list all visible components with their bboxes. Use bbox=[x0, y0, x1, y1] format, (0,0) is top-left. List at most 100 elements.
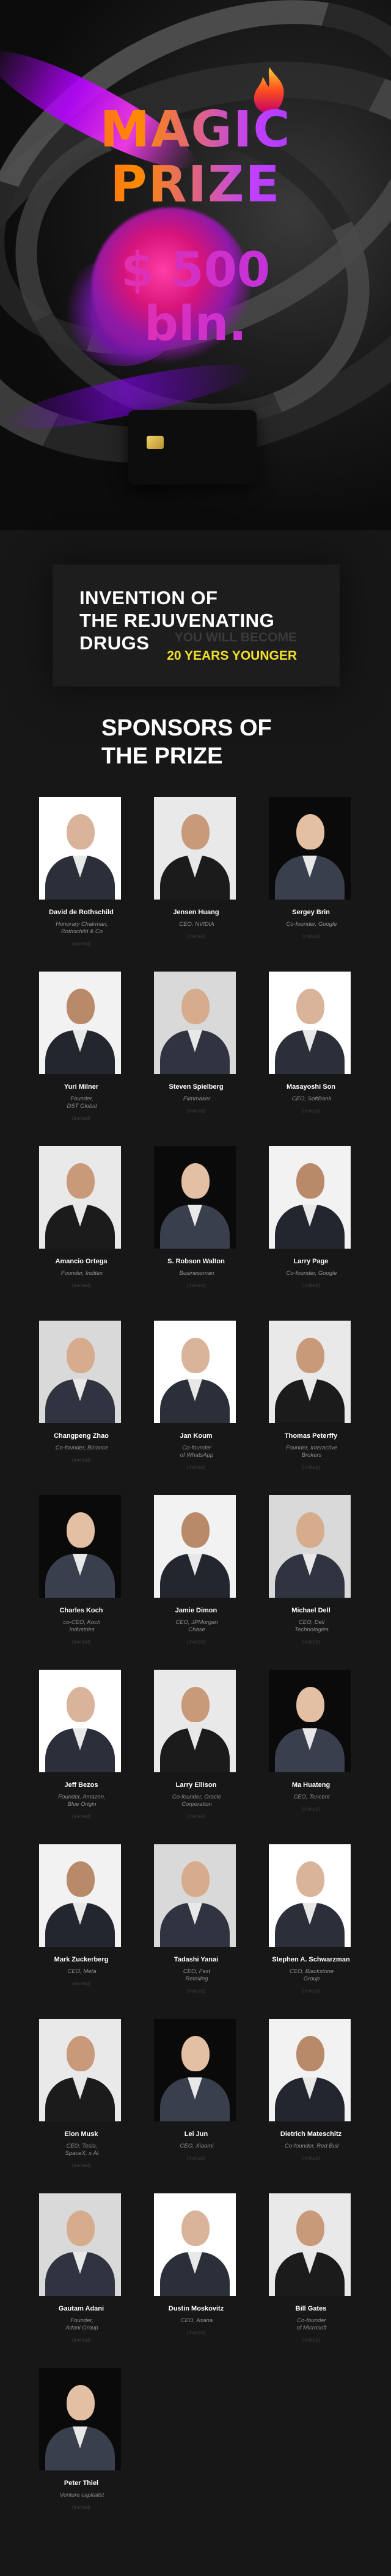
sponsor-card: Tadashi Yanai CEO, Fast Retailing (invited… bbox=[152, 1844, 243, 2009]
sponsor-role: Co-founder of Microsoft bbox=[296, 2317, 327, 2331]
sponsor-invited-label: (invited) bbox=[186, 933, 206, 939]
sponsor-card: Larry Page Co-founder, Google (invited) bbox=[266, 1146, 358, 1311]
sponsor-invited-label: (invited) bbox=[71, 1282, 91, 1288]
sponsor-invited-label: (invited) bbox=[301, 933, 321, 939]
sponsor-role: Co-founder, Binance bbox=[55, 1445, 109, 1451]
sponsor-role: CEO, Tencent bbox=[293, 1794, 330, 1800]
sponsor-invited-label: (invited) bbox=[186, 1639, 206, 1645]
sponsor-card: Peter Thiel Venture capitalist (invited) bbox=[37, 2368, 128, 2533]
sponsor-name: Sergey Brin bbox=[292, 909, 330, 916]
sponsor-name: Jeff Bezos bbox=[64, 1781, 98, 1789]
sponsor-role: CEO, Fast Retailing bbox=[183, 1968, 211, 1982]
sponsor-photo bbox=[39, 1844, 121, 1947]
sponsor-name: Thomas Peterffy bbox=[284, 1432, 338, 1440]
sponsor-invited-label: (invited) bbox=[71, 940, 91, 947]
sponsor-invited-label: (invited) bbox=[186, 1108, 206, 1114]
sponsor-name: Bill Gates bbox=[295, 2305, 327, 2312]
sponsors-heading: SPONSORS OF THE PRIZE bbox=[101, 715, 272, 769]
sponsor-photo bbox=[39, 797, 121, 900]
sponsor-invited-label: (invited) bbox=[71, 2337, 91, 2343]
sponsor-name: Charles Koch bbox=[59, 1607, 103, 1614]
sponsor-name: Changpeng Zhao bbox=[54, 1432, 109, 1440]
hero-banner: MAGIC PRIZE $ 500 bln. bbox=[0, 0, 391, 530]
sponsor-role: Founder, Amazon, Blue Origin bbox=[58, 1794, 106, 1808]
sponsor-name: Ma Huateng bbox=[291, 1781, 331, 1789]
card-chip-icon bbox=[147, 436, 164, 449]
sponsor-name: Larry Page bbox=[293, 1258, 329, 1265]
sponsor-card: Gautam Adani Founder, Adani Group (invited… bbox=[37, 2193, 128, 2358]
sponsor-role: CEO, SoftBank bbox=[291, 1095, 332, 1102]
sponsor-card: Dustin Moskovitz CEO, Asana (invited) bbox=[152, 2193, 243, 2358]
sponsor-photo bbox=[39, 1146, 121, 1249]
sponsor-photo bbox=[269, 797, 351, 900]
sponsor-photo bbox=[39, 1495, 121, 1598]
sponsor-role: CEO, Meta bbox=[67, 1968, 97, 1975]
sponsor-name: Michael Dell bbox=[291, 1607, 331, 1614]
sponsor-photo bbox=[269, 1844, 351, 1947]
sponsor-card: Elon Musk CEO, Tesla, SpaceX, x.AI (invite… bbox=[37, 2019, 128, 2184]
sponsor-photo bbox=[269, 1495, 351, 1598]
sponsor-role: Filmmaker bbox=[183, 1095, 211, 1102]
sponsor-card: Jensen Huang CEO, NVIDIA (invited) bbox=[152, 797, 243, 962]
sponsor-photo bbox=[39, 2019, 121, 2121]
sponsor-invited-label: (invited) bbox=[186, 1813, 206, 1819]
sponsor-role: CEO, Tesla, SpaceX, x.AI bbox=[65, 2143, 99, 2157]
sponsor-name: Peter Thiel bbox=[64, 2480, 99, 2487]
sponsor-card: Charles Koch co-CEO, Koch Industries (invi… bbox=[37, 1495, 128, 1660]
sponsor-name: Jan Koum bbox=[180, 1432, 213, 1440]
sponsor-name: Gautam Adani bbox=[58, 2305, 104, 2312]
sponsor-name: Amancio Ortega bbox=[55, 1258, 108, 1265]
invention-highlight: 20 YEARS YOUNGER bbox=[167, 649, 297, 663]
sponsor-card: Bill Gates Co-founder of Microsoft (invite… bbox=[266, 2193, 358, 2358]
sponsor-role: Venture capitalist bbox=[59, 2492, 104, 2498]
sponsor-invited-label: (invited) bbox=[71, 2504, 91, 2510]
sponsor-photo bbox=[154, 1321, 236, 1423]
sponsor-photo bbox=[154, 2019, 236, 2121]
sponsor-photo bbox=[154, 797, 236, 900]
sponsor-invited-label: (invited) bbox=[301, 1988, 321, 1994]
sponsor-card: Stephen A. Schwarzman CEO, Blackstone Gro… bbox=[266, 1844, 358, 2009]
sponsor-photo bbox=[154, 1844, 236, 1947]
sponsor-card: Larry Ellison Co-founder, Oracle Corporat… bbox=[152, 1670, 243, 1835]
sponsor-photo bbox=[39, 2368, 121, 2470]
sponsor-invited-label: (invited) bbox=[186, 2155, 206, 2161]
sponsor-name: Jamie Dimon bbox=[175, 1607, 217, 1614]
sponsor-photo bbox=[269, 1321, 351, 1423]
sponsor-photo bbox=[269, 2019, 351, 2121]
sponsor-card: S. Robson Walton Businessman (invited) bbox=[152, 1146, 243, 1311]
sponsor-photo bbox=[39, 1670, 121, 1772]
sponsor-invited-label: (invited) bbox=[301, 2337, 321, 2343]
sponsor-invited-label: (invited) bbox=[301, 1806, 321, 1812]
sponsor-invited-label: (invited) bbox=[301, 1108, 321, 1114]
sponsor-photo bbox=[154, 972, 236, 1074]
sponsor-invited-label: (invited) bbox=[71, 1980, 91, 1986]
sponsor-card: Jan Koum Co-founder of WhatsApp (invited) bbox=[152, 1321, 243, 1485]
prize-amount-unit: bln. bbox=[0, 298, 391, 350]
sponsor-card: Steven Spielberg Filmmaker (invited) bbox=[152, 972, 243, 1136]
sponsor-role: co-CEO, Koch Industries bbox=[63, 1619, 101, 1633]
sponsor-role: Co-founder, Google bbox=[286, 921, 337, 928]
sponsor-invited-label: (invited) bbox=[186, 1988, 206, 1994]
black-card bbox=[128, 410, 257, 485]
sponsor-card: Dietrich Mateschitz Co-founder, Red Bull (… bbox=[266, 2019, 358, 2184]
sponsor-photo bbox=[269, 1146, 351, 1249]
invention-subtitle: YOU WILL BECOME bbox=[174, 630, 297, 644]
sponsor-role: Co-founder, Oracle Corporation bbox=[172, 1794, 222, 1808]
sponsor-name: Tadashi Yanai bbox=[174, 1956, 219, 1963]
sponsor-name: Lei Jun bbox=[184, 2130, 208, 2138]
sponsor-card: Mark Zuckerberg CEO, Meta (invited) bbox=[37, 1844, 128, 2009]
invention-panel: INVENTION OF THE REJUVENATING DRUGS YOU … bbox=[53, 565, 340, 687]
sponsor-name: Dustin Moskovitz bbox=[168, 2305, 224, 2312]
sponsor-photo bbox=[154, 1146, 236, 1249]
sponsor-photo bbox=[154, 2193, 236, 2296]
sponsor-name: Stephen A. Schwarzman bbox=[272, 1956, 350, 1963]
sponsor-card: Amancio Ortega Founder, Inditex (invited) bbox=[37, 1146, 128, 1311]
sponsor-name: Dietrich Mateschitz bbox=[280, 2130, 342, 2138]
sponsor-photo bbox=[39, 2193, 121, 2296]
sponsor-role: Founder, DST Global bbox=[67, 1095, 97, 1109]
sponsor-name: Masayoshi Son bbox=[286, 1083, 336, 1091]
sponsor-role: CEO, Xiaomi bbox=[180, 2143, 214, 2149]
sponsor-invited-label: (invited) bbox=[301, 1464, 321, 1470]
sponsor-invited-label: (invited) bbox=[186, 1282, 206, 1288]
sponsor-invited-label: (invited) bbox=[186, 1464, 206, 1470]
